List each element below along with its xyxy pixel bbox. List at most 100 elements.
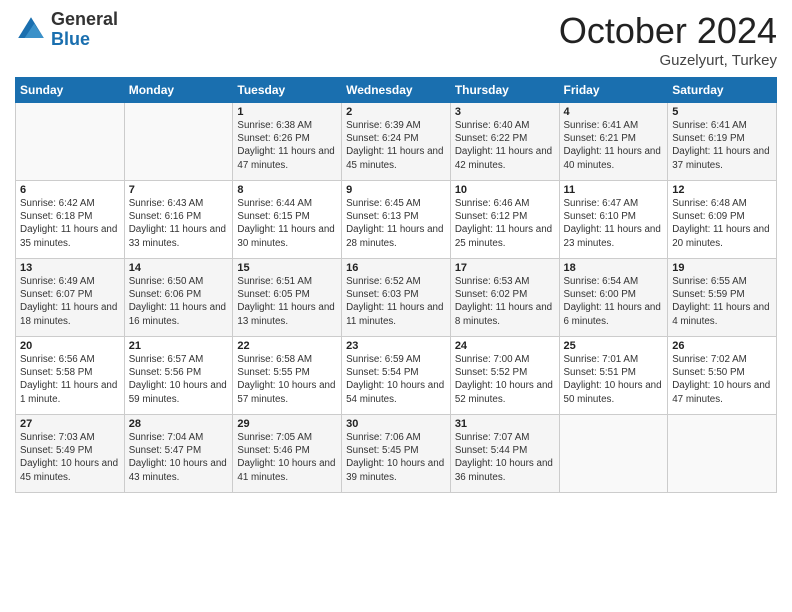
col-wednesday: Wednesday [342, 78, 451, 103]
day-detail: Sunrise: 6:54 AMSunset: 6:00 PMDaylight:… [564, 275, 664, 328]
month-title: October 2024 [559, 10, 777, 52]
day-detail: Sunrise: 7:00 AMSunset: 5:52 PMDaylight:… [455, 353, 555, 406]
day-number: 23 [346, 340, 446, 352]
calendar-cell: 4Sunrise: 6:41 AMSunset: 6:21 PMDaylight… [559, 103, 668, 181]
calendar: Sunday Monday Tuesday Wednesday Thursday… [15, 77, 777, 493]
calendar-cell: 14Sunrise: 6:50 AMSunset: 6:06 PMDayligh… [124, 259, 233, 337]
page: General Blue October 2024 Guzelyurt, Tur… [0, 0, 792, 612]
calendar-cell: 20Sunrise: 6:56 AMSunset: 5:58 PMDayligh… [16, 337, 125, 415]
logo-general: General [51, 10, 118, 30]
calendar-cell: 11Sunrise: 6:47 AMSunset: 6:10 PMDayligh… [559, 181, 668, 259]
col-tuesday: Tuesday [233, 78, 342, 103]
calendar-cell: 3Sunrise: 6:40 AMSunset: 6:22 PMDaylight… [450, 103, 559, 181]
day-detail: Sunrise: 6:45 AMSunset: 6:13 PMDaylight:… [346, 197, 446, 250]
calendar-cell: 22Sunrise: 6:58 AMSunset: 5:55 PMDayligh… [233, 337, 342, 415]
col-saturday: Saturday [668, 78, 777, 103]
calendar-cell: 19Sunrise: 6:55 AMSunset: 5:59 PMDayligh… [668, 259, 777, 337]
calendar-cell: 28Sunrise: 7:04 AMSunset: 5:47 PMDayligh… [124, 415, 233, 493]
day-number: 5 [672, 106, 772, 118]
day-detail: Sunrise: 7:02 AMSunset: 5:50 PMDaylight:… [672, 353, 772, 406]
calendar-cell: 31Sunrise: 7:07 AMSunset: 5:44 PMDayligh… [450, 415, 559, 493]
day-number: 18 [564, 262, 664, 274]
day-number: 21 [129, 340, 229, 352]
calendar-cell: 26Sunrise: 7:02 AMSunset: 5:50 PMDayligh… [668, 337, 777, 415]
day-detail: Sunrise: 7:07 AMSunset: 5:44 PMDaylight:… [455, 431, 555, 484]
col-monday: Monday [124, 78, 233, 103]
col-thursday: Thursday [450, 78, 559, 103]
calendar-cell: 12Sunrise: 6:48 AMSunset: 6:09 PMDayligh… [668, 181, 777, 259]
day-detail: Sunrise: 6:42 AMSunset: 6:18 PMDaylight:… [20, 197, 120, 250]
calendar-cell: 15Sunrise: 6:51 AMSunset: 6:05 PMDayligh… [233, 259, 342, 337]
day-detail: Sunrise: 6:57 AMSunset: 5:56 PMDaylight:… [129, 353, 229, 406]
day-number: 24 [455, 340, 555, 352]
day-number: 25 [564, 340, 664, 352]
day-detail: Sunrise: 6:43 AMSunset: 6:16 PMDaylight:… [129, 197, 229, 250]
day-detail: Sunrise: 6:51 AMSunset: 6:05 PMDaylight:… [237, 275, 337, 328]
day-detail: Sunrise: 6:39 AMSunset: 6:24 PMDaylight:… [346, 119, 446, 172]
day-number: 30 [346, 418, 446, 430]
calendar-cell: 24Sunrise: 7:00 AMSunset: 5:52 PMDayligh… [450, 337, 559, 415]
day-number: 10 [455, 184, 555, 196]
day-number: 13 [20, 262, 120, 274]
calendar-cell: 29Sunrise: 7:05 AMSunset: 5:46 PMDayligh… [233, 415, 342, 493]
calendar-cell [668, 415, 777, 493]
day-detail: Sunrise: 6:47 AMSunset: 6:10 PMDaylight:… [564, 197, 664, 250]
calendar-cell: 1Sunrise: 6:38 AMSunset: 6:26 PMDaylight… [233, 103, 342, 181]
calendar-cell: 5Sunrise: 6:41 AMSunset: 6:19 PMDaylight… [668, 103, 777, 181]
calendar-row-4: 27Sunrise: 7:03 AMSunset: 5:49 PMDayligh… [16, 415, 777, 493]
calendar-cell: 7Sunrise: 6:43 AMSunset: 6:16 PMDaylight… [124, 181, 233, 259]
calendar-row-2: 13Sunrise: 6:49 AMSunset: 6:07 PMDayligh… [16, 259, 777, 337]
calendar-cell: 23Sunrise: 6:59 AMSunset: 5:54 PMDayligh… [342, 337, 451, 415]
calendar-cell: 9Sunrise: 6:45 AMSunset: 6:13 PMDaylight… [342, 181, 451, 259]
day-number: 29 [237, 418, 337, 430]
day-detail: Sunrise: 6:59 AMSunset: 5:54 PMDaylight:… [346, 353, 446, 406]
day-detail: Sunrise: 7:05 AMSunset: 5:46 PMDaylight:… [237, 431, 337, 484]
day-detail: Sunrise: 7:04 AMSunset: 5:47 PMDaylight:… [129, 431, 229, 484]
day-detail: Sunrise: 6:53 AMSunset: 6:02 PMDaylight:… [455, 275, 555, 328]
day-detail: Sunrise: 7:06 AMSunset: 5:45 PMDaylight:… [346, 431, 446, 484]
calendar-cell: 10Sunrise: 6:46 AMSunset: 6:12 PMDayligh… [450, 181, 559, 259]
col-friday: Friday [559, 78, 668, 103]
day-number: 28 [129, 418, 229, 430]
day-detail: Sunrise: 6:41 AMSunset: 6:19 PMDaylight:… [672, 119, 772, 172]
day-number: 14 [129, 262, 229, 274]
calendar-cell: 25Sunrise: 7:01 AMSunset: 5:51 PMDayligh… [559, 337, 668, 415]
calendar-row-3: 20Sunrise: 6:56 AMSunset: 5:58 PMDayligh… [16, 337, 777, 415]
day-detail: Sunrise: 6:38 AMSunset: 6:26 PMDaylight:… [237, 119, 337, 172]
day-number: 11 [564, 184, 664, 196]
day-number: 4 [564, 106, 664, 118]
day-number: 22 [237, 340, 337, 352]
calendar-cell: 27Sunrise: 7:03 AMSunset: 5:49 PMDayligh… [16, 415, 125, 493]
day-number: 16 [346, 262, 446, 274]
day-detail: Sunrise: 6:44 AMSunset: 6:15 PMDaylight:… [237, 197, 337, 250]
day-number: 26 [672, 340, 772, 352]
calendar-cell: 21Sunrise: 6:57 AMSunset: 5:56 PMDayligh… [124, 337, 233, 415]
day-detail: Sunrise: 7:01 AMSunset: 5:51 PMDaylight:… [564, 353, 664, 406]
day-number: 1 [237, 106, 337, 118]
day-detail: Sunrise: 6:41 AMSunset: 6:21 PMDaylight:… [564, 119, 664, 172]
calendar-cell: 2Sunrise: 6:39 AMSunset: 6:24 PMDaylight… [342, 103, 451, 181]
calendar-header-row: Sunday Monday Tuesday Wednesday Thursday… [16, 78, 777, 103]
day-number: 17 [455, 262, 555, 274]
calendar-cell [559, 415, 668, 493]
day-detail: Sunrise: 6:48 AMSunset: 6:09 PMDaylight:… [672, 197, 772, 250]
day-number: 3 [455, 106, 555, 118]
day-detail: Sunrise: 6:52 AMSunset: 6:03 PMDaylight:… [346, 275, 446, 328]
day-number: 12 [672, 184, 772, 196]
day-detail: Sunrise: 6:58 AMSunset: 5:55 PMDaylight:… [237, 353, 337, 406]
day-number: 27 [20, 418, 120, 430]
day-number: 7 [129, 184, 229, 196]
day-number: 6 [20, 184, 120, 196]
day-number: 31 [455, 418, 555, 430]
day-detail: Sunrise: 6:46 AMSunset: 6:12 PMDaylight:… [455, 197, 555, 250]
logo-icon [15, 14, 47, 46]
day-detail: Sunrise: 7:03 AMSunset: 5:49 PMDaylight:… [20, 431, 120, 484]
day-detail: Sunrise: 6:55 AMSunset: 5:59 PMDaylight:… [672, 275, 772, 328]
calendar-cell: 17Sunrise: 6:53 AMSunset: 6:02 PMDayligh… [450, 259, 559, 337]
header: General Blue October 2024 Guzelyurt, Tur… [15, 10, 777, 69]
calendar-cell: 6Sunrise: 6:42 AMSunset: 6:18 PMDaylight… [16, 181, 125, 259]
day-detail: Sunrise: 6:56 AMSunset: 5:58 PMDaylight:… [20, 353, 120, 406]
day-detail: Sunrise: 6:49 AMSunset: 6:07 PMDaylight:… [20, 275, 120, 328]
calendar-cell [16, 103, 125, 181]
calendar-cell: 30Sunrise: 7:06 AMSunset: 5:45 PMDayligh… [342, 415, 451, 493]
